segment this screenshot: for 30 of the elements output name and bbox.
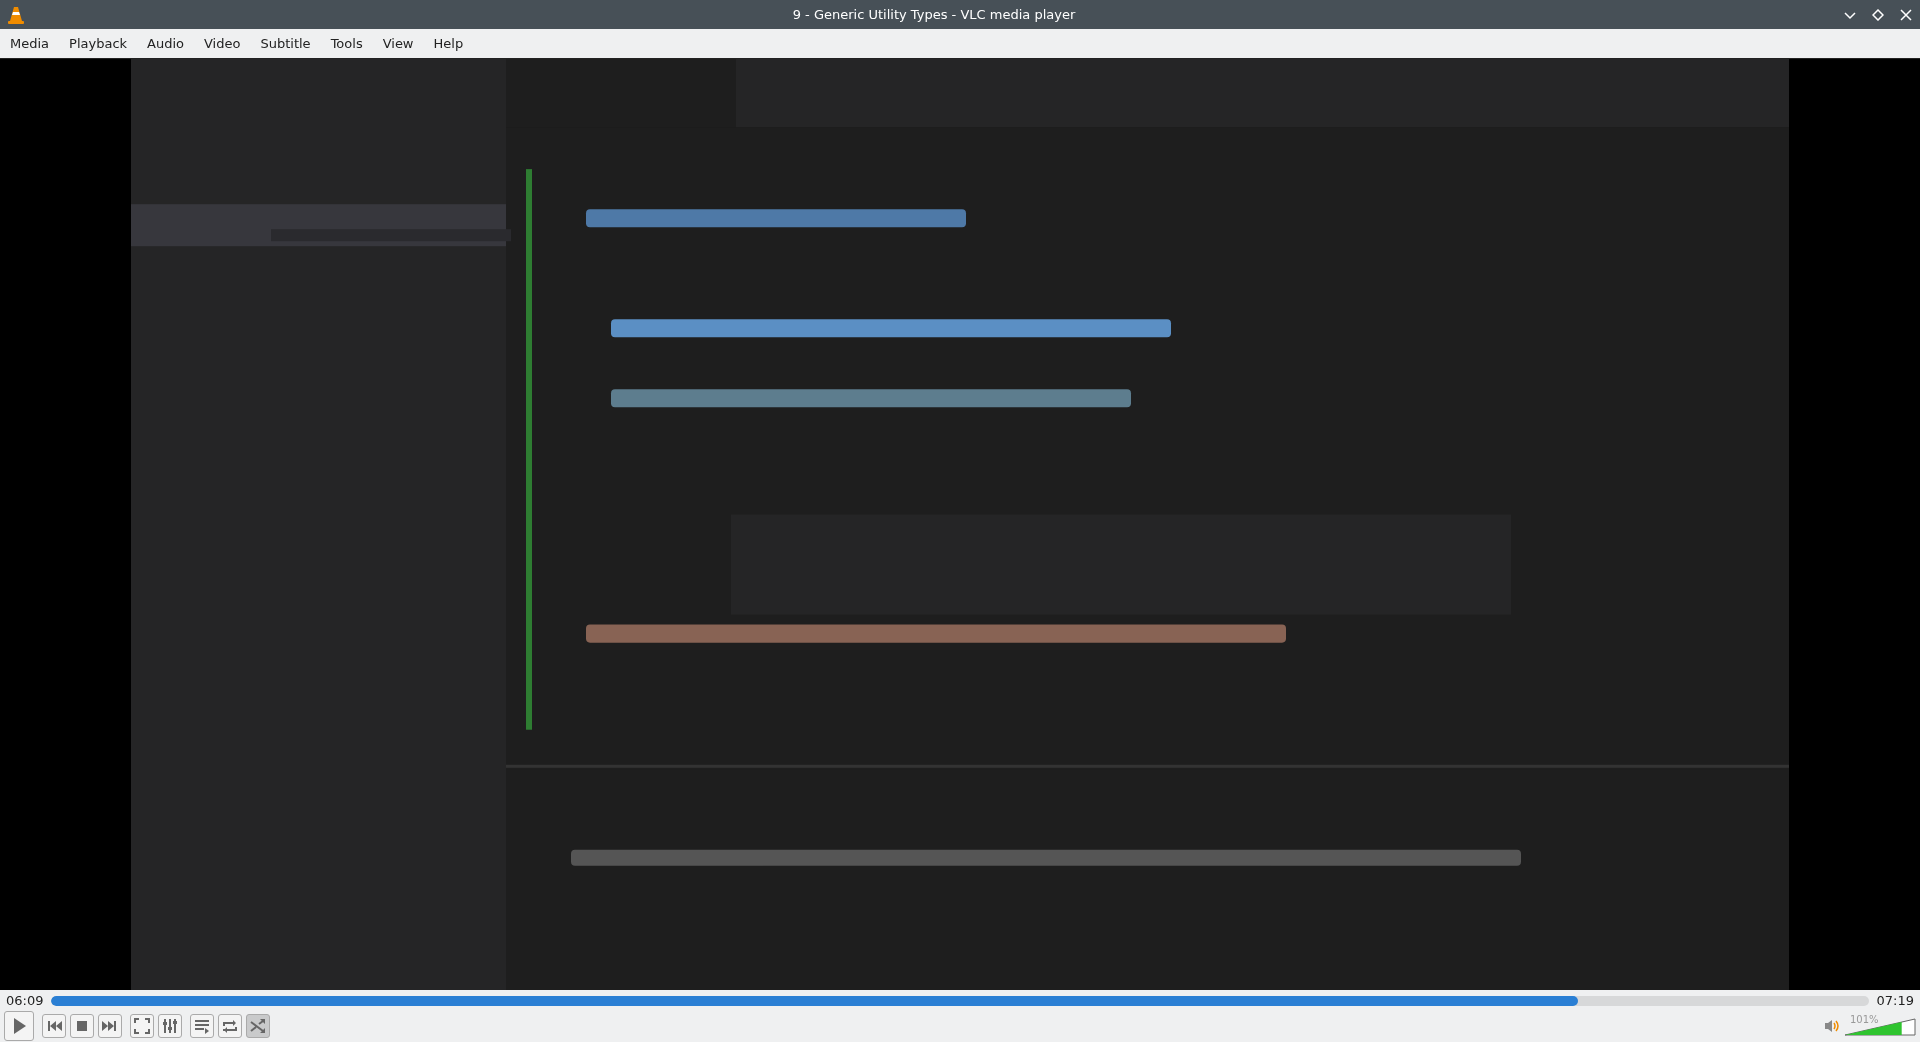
stop-button[interactable]: [70, 1014, 94, 1038]
loop-button[interactable]: [218, 1014, 242, 1038]
seek-bar[interactable]: [51, 996, 1869, 1006]
play-button[interactable]: [4, 1011, 34, 1041]
sliders-icon: [161, 1017, 179, 1035]
shuffle-icon: [249, 1017, 267, 1035]
total-time: 07:19: [1876, 992, 1914, 1011]
close-icon[interactable]: [1900, 8, 1912, 21]
menu-item[interactable]: Help: [423, 31, 474, 56]
elapsed-time: 06:09: [6, 992, 44, 1011]
skip-back-button[interactable]: [42, 1014, 66, 1038]
fullscreen-button[interactable]: [130, 1014, 154, 1038]
maximize-icon[interactable]: [1872, 8, 1884, 21]
fullscreen-icon: [133, 1017, 151, 1035]
menu-item[interactable]: Video: [194, 31, 251, 56]
playlist-icon: [193, 1017, 211, 1035]
playlist-button[interactable]: [190, 1014, 214, 1038]
window-title: 9 - Generic Utility Types - VLC media player: [791, 5, 1077, 24]
menu-item[interactable]: Playback: [59, 31, 138, 56]
loop-icon: [221, 1017, 239, 1035]
sliders-button[interactable]: [158, 1014, 182, 1038]
menu-item[interactable]: View: [372, 31, 424, 56]
menu-item[interactable]: Tools: [320, 31, 373, 56]
skip-forward-button[interactable]: [98, 1014, 122, 1038]
traffic-cone-icon: [8, 5, 24, 24]
menu-item[interactable]: Media: [0, 31, 60, 56]
shuffle-button[interactable]: [246, 1014, 270, 1038]
menu-item[interactable]: Audio: [137, 31, 194, 56]
menu-item[interactable]: Subtitle: [250, 31, 321, 56]
speaker-icon[interactable]: [1824, 1019, 1840, 1033]
